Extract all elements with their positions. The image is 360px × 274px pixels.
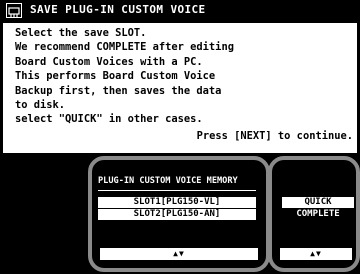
continue-prompt: Press [NEXT] to continue. bbox=[196, 130, 353, 142]
instruction-text: Select the save SLOT. We recommend COMPL… bbox=[15, 27, 234, 126]
plugin-board-icon bbox=[6, 3, 22, 18]
slot-highlight-frame bbox=[88, 156, 270, 272]
dialog-title: SAVE PLUG-IN CUSTOM VOICE bbox=[30, 3, 206, 16]
message-panel: Select the save SLOT. We recommend COMPL… bbox=[3, 23, 357, 153]
title-bar: SAVE PLUG-IN CUSTOM VOICE bbox=[0, 0, 360, 22]
save-type-highlight-frame bbox=[268, 156, 360, 272]
